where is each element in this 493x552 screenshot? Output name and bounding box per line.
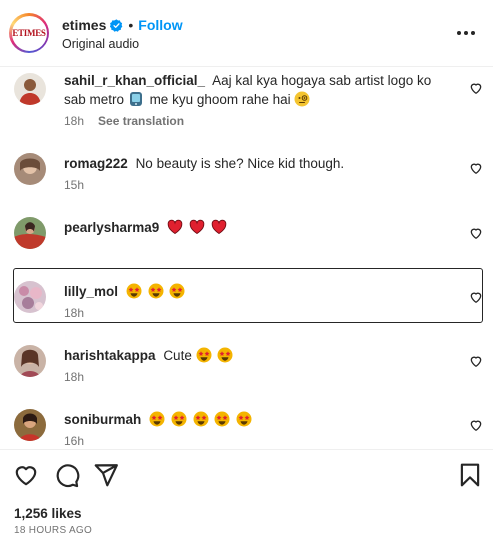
comment-time: 18h — [64, 370, 85, 384]
like-heart-icon[interactable] — [13, 462, 39, 488]
comment-username[interactable]: lilly_mol — [64, 284, 118, 299]
see-translation-link[interactable]: See translation — [98, 114, 184, 128]
avatar[interactable] — [14, 73, 46, 105]
comment-meta: 15h — [64, 178, 454, 192]
header-row: etimes • Follow — [62, 16, 183, 34]
follow-button[interactable]: Follow — [138, 17, 182, 33]
avatar[interactable] — [14, 409, 46, 441]
bookmark-icon[interactable] — [457, 462, 483, 488]
comment-username[interactable]: romag222 — [64, 156, 128, 171]
comment-meta: 18h See translation — [64, 114, 454, 128]
comment-time: 16h — [64, 434, 85, 447]
red-heart-icon — [189, 219, 205, 235]
comment-text: harishtakappa Cute — [64, 346, 454, 365]
actions-divider — [0, 449, 493, 450]
comment-message: No beauty is she? Nice kid though. — [135, 156, 345, 171]
audio-label[interactable]: Original audio — [62, 37, 183, 51]
avatar[interactable] — [14, 153, 46, 185]
comment-meta: 18h — [64, 306, 454, 320]
avatar[interactable] — [14, 345, 46, 377]
mobile-phone-icon — [129, 92, 142, 106]
star-struck-icon — [126, 283, 142, 299]
post-time-ago: 18 HOURS AGO — [14, 525, 93, 536]
header-separator: • — [128, 17, 134, 33]
star-struck-icon — [236, 411, 252, 427]
heart-icon[interactable] — [469, 418, 483, 432]
star-struck-icon — [214, 411, 230, 427]
comment-text: lilly_mol — [64, 282, 454, 301]
more-options-icon[interactable] — [457, 25, 477, 41]
header-text: etimes • Follow Original audio — [62, 16, 183, 51]
avatar[interactable] — [14, 281, 46, 313]
star-struck-icon — [148, 283, 164, 299]
comment-body: harishtakappa Cute 18h — [64, 346, 454, 384]
comment-body: pearlysharma9 — [64, 218, 454, 237]
comment-time: 15h — [64, 178, 85, 192]
comment-body: soniburmah 16h — [64, 410, 454, 447]
comment-message: Cute — [163, 348, 192, 363]
comments-list[interactable]: sahil_r_khan_official_ Aaj kal kya hogay… — [0, 67, 493, 447]
star-struck-icon — [196, 347, 212, 363]
heart-icon[interactable] — [469, 226, 483, 240]
share-icon[interactable] — [93, 462, 119, 488]
comment-meta: 16h — [64, 434, 454, 447]
comment-icon[interactable] — [54, 462, 80, 488]
action-bar — [0, 460, 493, 492]
comment-text: pearlysharma9 — [64, 218, 454, 237]
brand-logo: ETIMES — [12, 28, 46, 38]
comment-text: soniburmah — [64, 410, 454, 429]
comment-username[interactable]: sahil_r_khan_official_ — [64, 73, 205, 88]
star-struck-icon — [217, 347, 233, 363]
red-heart-icon — [211, 219, 226, 235]
post-header: ETIMES etimes • Follow Original audio — [0, 0, 493, 66]
comment-username[interactable]: soniburmah — [64, 412, 141, 427]
account-avatar[interactable]: ETIMES — [9, 13, 49, 53]
star-struck-icon — [171, 411, 187, 427]
verified-badge-icon — [110, 18, 123, 32]
likes-count[interactable]: 1,256 likes — [14, 506, 82, 521]
heart-icon[interactable] — [469, 161, 483, 175]
face-with-monocle-icon — [294, 91, 310, 107]
comment-body: romag222 No beauty is she? Nice kid thou… — [64, 154, 454, 192]
comment-meta: 18h — [64, 370, 454, 384]
red-heart-icon — [167, 219, 183, 235]
avatar[interactable] — [14, 217, 46, 249]
comment-text: sahil_r_khan_official_ Aaj kal kya hogay… — [64, 71, 454, 109]
comment-time: 18h — [64, 114, 85, 128]
star-struck-icon — [193, 411, 209, 427]
comment-username[interactable]: harishtakappa — [64, 348, 156, 363]
heart-icon[interactable] — [469, 354, 483, 368]
heart-icon[interactable] — [469, 290, 483, 304]
star-struck-icon — [169, 283, 185, 299]
comment-message-cont: me kyu ghoom rahe hai — [149, 92, 291, 107]
star-struck-icon — [149, 411, 165, 427]
comment-username[interactable]: pearlysharma9 — [64, 220, 159, 235]
account-name[interactable]: etimes — [62, 17, 106, 33]
comment-body: lilly_mol 18h — [64, 282, 454, 320]
comment-body: sahil_r_khan_official_ Aaj kal kya hogay… — [64, 71, 454, 128]
heart-icon[interactable] — [469, 81, 483, 95]
account-avatar-inner: ETIMES — [11, 15, 47, 51]
comment-text: romag222 No beauty is she? Nice kid thou… — [64, 154, 454, 173]
comment-time: 18h — [64, 306, 85, 320]
